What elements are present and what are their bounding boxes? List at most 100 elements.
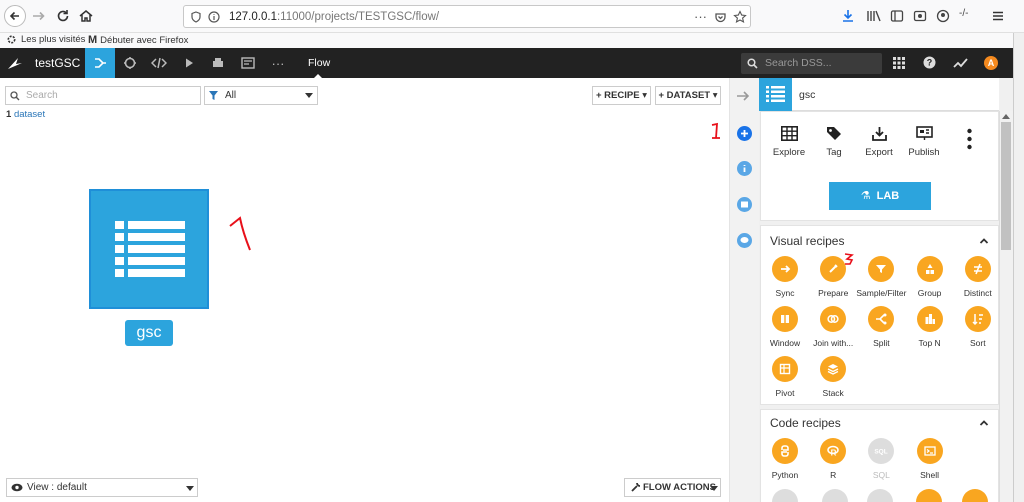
card-icon [241, 57, 255, 69]
lab-nav-button[interactable] [115, 48, 145, 78]
group-icon [916, 256, 943, 282]
publish-icon [915, 126, 933, 140]
play-icon [186, 58, 193, 68]
caret-down-icon [710, 486, 718, 491]
split-icon [868, 306, 895, 332]
recipe-label: Distinct [963, 288, 992, 298]
not-equal-icon [964, 256, 991, 282]
screenshot-icon[interactable] [913, 9, 927, 23]
svg-text:?: ? [927, 58, 933, 68]
dashboards-nav-button[interactable] [203, 48, 233, 78]
flow-nav-button[interactable] [85, 48, 115, 78]
code-recipes-title: Code recipes [770, 416, 841, 430]
chevron-up-icon[interactable] [979, 418, 989, 428]
panel-scrollbar-thumb[interactable] [1001, 122, 1011, 250]
bookmark-getting-started[interactable]: M Débuter avec Firefox [88, 34, 188, 46]
user-avatar[interactable]: A [984, 56, 998, 70]
bookmark-most-visited[interactable]: Les plus visités [6, 34, 85, 45]
project-name[interactable]: testGSC [35, 56, 80, 70]
python-icon [772, 438, 798, 464]
export-action[interactable]: Export [859, 126, 899, 158]
browser-toolbar: 127.0.0.1:11000/projects/TESTGSC/flow/ ·… [0, 0, 1024, 33]
flow-search-input[interactable]: Search [5, 86, 201, 105]
reload-button[interactable] [54, 7, 72, 25]
url-text: 127.0.0.1:11000/projects/TESTGSC/flow/ [229, 11, 440, 23]
dataset-type-icon [759, 78, 792, 111]
current-view-label: Flow [308, 57, 331, 69]
flow-filter-select[interactable]: All [204, 86, 318, 105]
code-icon [151, 57, 167, 69]
wiki-nav-button[interactable] [233, 48, 263, 78]
view-select[interactable]: View : default [6, 478, 198, 497]
card-icon [741, 201, 748, 208]
export-icon [871, 127, 887, 141]
home-icon [79, 10, 93, 22]
recipe-label: Sample/Filter [856, 288, 907, 298]
publish-action[interactable]: Publish [904, 126, 944, 158]
chevron-up-icon[interactable] [979, 236, 989, 246]
svg-text:SQL: SQL [875, 449, 888, 456]
code-extension-icon[interactable]: -/- [959, 8, 968, 19]
help-icon[interactable]: ? [923, 56, 936, 69]
panel-header [759, 78, 999, 111]
sql-icon: SQL [868, 438, 895, 464]
star-icon[interactable] [733, 10, 747, 24]
shell-icon [916, 438, 943, 464]
library-icon[interactable] [866, 9, 882, 23]
page-actions-icon[interactable]: ··· [694, 9, 707, 24]
code-nav-button[interactable] [144, 48, 174, 78]
collapse-panel-arrow-icon[interactable] [736, 89, 750, 103]
more-nav-button[interactable]: ··· [263, 48, 293, 78]
schema-button[interactable] [737, 197, 752, 212]
account-icon[interactable] [936, 9, 950, 23]
more-vertical-icon[interactable] [967, 128, 972, 150]
info-circle-icon [208, 11, 220, 23]
add-dataset-button[interactable]: + DATASET ▾ [655, 86, 721, 105]
funnel-icon [209, 91, 218, 100]
lab-icon [124, 57, 136, 69]
add-recipe-button[interactable]: + RECIPE ▾ [592, 86, 651, 105]
search-icon [747, 58, 758, 69]
recipe-label: Sort [970, 338, 986, 348]
dataiku-bird-logo[interactable] [7, 56, 23, 70]
dss-search-input[interactable]: Search DSS... [741, 53, 882, 74]
active-caret [314, 74, 322, 78]
details-button[interactable] [737, 161, 752, 176]
tag-action[interactable]: Tag [814, 126, 854, 158]
reload-icon [57, 10, 69, 22]
recipe-shell[interactable]: Shell [901, 438, 959, 480]
panel-title: gsc [799, 89, 816, 101]
m-logo-icon: M [88, 34, 98, 46]
discussions-button[interactable] [737, 233, 752, 248]
right-side-strip [729, 78, 759, 502]
lab-button[interactable]: ⚗ LAB [829, 182, 931, 210]
handwritten-mark-3 [844, 253, 854, 265]
forward-button[interactable] [30, 7, 48, 25]
dataset-count[interactable]: 1 dataset [6, 109, 45, 120]
explore-action[interactable]: Explore [769, 126, 809, 158]
recipe-stack[interactable]: Stack [804, 356, 862, 398]
gear-icon [7, 35, 16, 44]
apps-grid-icon[interactable] [893, 57, 905, 69]
add-action-button[interactable] [737, 126, 752, 141]
sidebar-icon[interactable] [890, 9, 904, 23]
handwritten-mark-1 [229, 216, 251, 251]
dataset-list-icon [115, 221, 185, 277]
home-button[interactable] [77, 7, 95, 25]
back-button[interactable] [4, 5, 26, 27]
recipe-label: Join with... [813, 338, 854, 348]
handwritten-mark-2 [711, 122, 720, 139]
url-bar[interactable]: 127.0.0.1:11000/projects/TESTGSC/flow/ ·… [183, 5, 751, 28]
jobs-nav-button[interactable] [174, 48, 204, 78]
dataset-node-label[interactable]: gsc [125, 320, 173, 346]
pocket-icon[interactable] [714, 11, 727, 24]
trend-icon[interactable] [953, 57, 968, 69]
hamburger-menu-icon[interactable] [991, 9, 1005, 23]
scroll-up-icon[interactable] [1002, 113, 1010, 119]
sort-icon [964, 306, 991, 332]
flow-icon [95, 58, 106, 68]
recipe-label: Split [873, 338, 890, 348]
dataset-node-gsc[interactable] [89, 189, 209, 309]
download-icon[interactable] [841, 9, 855, 23]
pivot-icon [772, 356, 798, 382]
